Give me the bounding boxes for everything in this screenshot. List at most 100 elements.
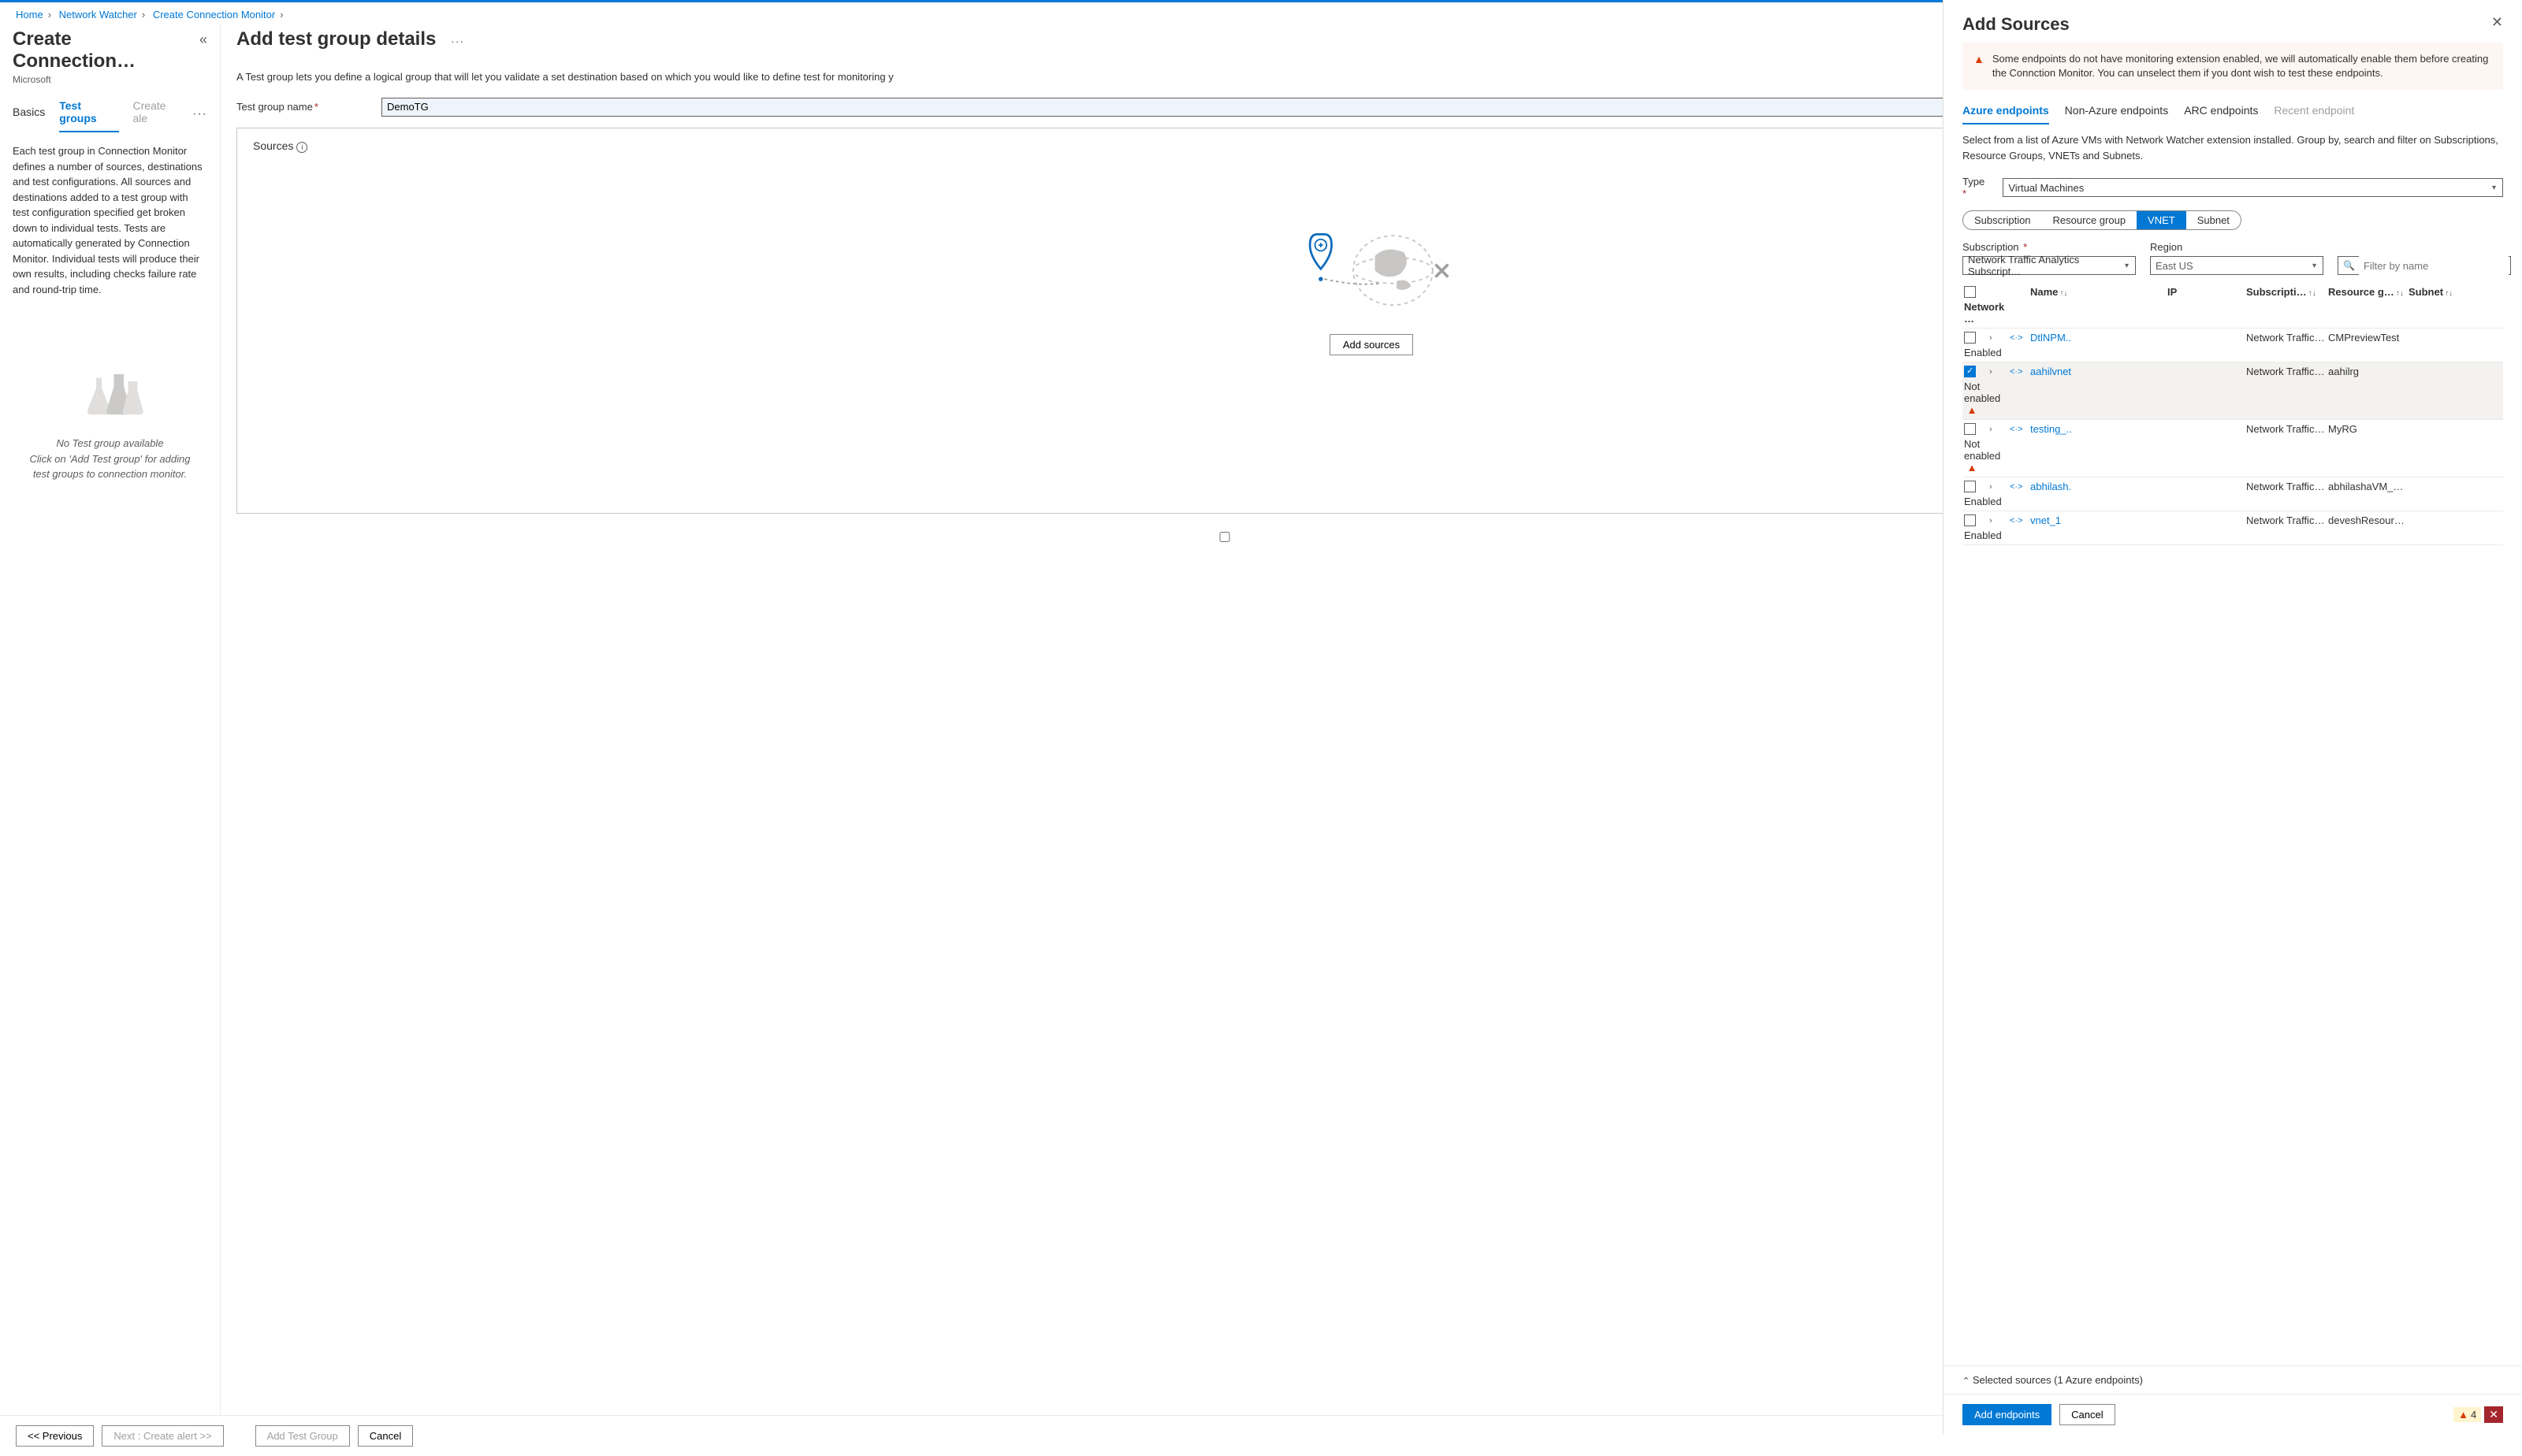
warning-indicator[interactable]: ▲4 — [2453, 1407, 2481, 1422]
breadcrumb-nw[interactable]: Network Watcher — [59, 9, 137, 20]
chevron-down-icon: ▾ — [2125, 262, 2129, 270]
pill-vnet[interactable]: VNET — [2137, 211, 2186, 229]
row-name[interactable]: testing_.. — [2030, 423, 2164, 435]
table-header: Name↑↓ IP Subscripti…↑↓ Resource g…↑↓ Su… — [1962, 283, 2503, 329]
breadcrumb-home[interactable]: Home — [16, 9, 43, 20]
sources-label: Sourcesi — [253, 139, 307, 153]
row-checkbox[interactable] — [1964, 332, 1976, 344]
row-resource-group: deveshResourc… — [2328, 514, 2405, 526]
collapse-icon[interactable]: « — [199, 32, 207, 48]
row-checkbox[interactable] — [1964, 481, 1976, 492]
disable-tg-checkbox[interactable] — [236, 532, 2213, 542]
chevron-right-icon[interactable]: › — [1989, 333, 2007, 343]
error-indicator[interactable]: ✕ — [2484, 1406, 2503, 1423]
row-name[interactable]: aahilvnet — [2030, 366, 2164, 377]
row-subscription: Network Traffic… — [2246, 514, 2325, 526]
row-checkbox[interactable] — [1964, 423, 1976, 435]
row-network: Enabled — [1964, 496, 1986, 507]
table-row[interactable]: ›<·>abhilash. Network Traffic…abhilashaVM… — [1962, 477, 2503, 511]
type-select[interactable]: Virtual Machines▾ — [2003, 178, 2503, 197]
pill-resource-group[interactable]: Resource group — [2042, 211, 2137, 229]
filter-input[interactable] — [2359, 256, 2509, 275]
selected-sources-bar[interactable]: ⌃ Selected sources (1 Azure endpoints) — [1944, 1365, 2522, 1394]
left-description: Each test group in Connection Monitor de… — [13, 143, 207, 297]
table-row[interactable]: ›<·>aahilvnetNetwork Traffic…aahilrgNot … — [1962, 362, 2503, 420]
add-endpoints-button[interactable]: Add endpoints — [1962, 1404, 2051, 1425]
row-subscription: Network Traffic… — [2246, 423, 2325, 435]
endpoints-table: Name↑↓ IP Subscripti…↑↓ Resource g…↑↓ Su… — [1962, 283, 2503, 545]
col-network[interactable]: Network … — [1964, 301, 1986, 325]
tab-arc-endpoints[interactable]: ARC endpoints — [2184, 101, 2258, 124]
type-label: Type * — [1962, 176, 1992, 199]
row-resource-group: aahilrg — [2328, 366, 2405, 377]
panel-cancel-button[interactable]: Cancel — [2059, 1404, 2115, 1425]
chevron-down-icon: ▾ — [2312, 262, 2316, 270]
col-name[interactable]: Name↑↓ — [2030, 286, 2164, 298]
col-ip[interactable]: IP — [2167, 286, 2243, 298]
vnet-icon: <·> — [2010, 482, 2027, 492]
table-row[interactable]: ›<·>testing_..Network Traffic…MyRGNot en… — [1962, 420, 2503, 477]
row-checkbox[interactable] — [1964, 366, 1976, 377]
col-resource-group[interactable]: Resource g…↑↓ — [2328, 286, 2405, 298]
add-sources-button[interactable]: Add sources — [1330, 334, 1413, 355]
previous-button[interactable]: << Previous — [16, 1425, 94, 1447]
group-by-pills: Subscription Resource group VNET Subnet — [1962, 210, 2241, 230]
vnet-icon: <·> — [2010, 516, 2027, 526]
page-title: Create Connection… — [13, 28, 207, 72]
warning-icon: ▲ — [1967, 462, 1977, 474]
tab-azure-endpoints[interactable]: Azure endpoints — [1962, 101, 2049, 124]
filter-search[interactable]: 🔍 — [2338, 256, 2511, 275]
chevron-right-icon[interactable]: › — [1989, 516, 2007, 526]
globe-illustration — [1285, 216, 1458, 310]
pill-subnet[interactable]: Subnet — [2186, 211, 2241, 229]
add-test-group-button[interactable]: Add Test Group — [255, 1425, 350, 1447]
pill-subscription[interactable]: Subscription — [1963, 211, 2042, 229]
row-resource-group: abhilashaVM_g… — [2328, 481, 2405, 492]
cancel-button[interactable]: Cancel — [358, 1425, 413, 1447]
tab-recent-endpoint[interactable]: Recent endpoint — [2274, 101, 2354, 124]
azure-desc: Select from a list of Azure VMs with Net… — [1962, 132, 2503, 163]
select-all-checkbox[interactable] — [1964, 286, 1976, 298]
vnet-icon: <·> — [2010, 333, 2027, 343]
panel-tabs: Azure endpoints Non-Azure endpoints ARC … — [1962, 101, 2503, 124]
row-network: Not enabled ▲ — [1964, 438, 1986, 474]
next-button[interactable]: Next : Create alert >> — [102, 1425, 223, 1447]
page-subtitle: Microsoft — [13, 74, 207, 85]
tab-test-groups[interactable]: Test groups — [59, 96, 118, 132]
more-icon[interactable]: ··· — [451, 35, 464, 47]
chevron-up-icon: ⌃ — [1962, 1376, 1970, 1386]
row-network: Enabled — [1964, 529, 1986, 541]
row-name[interactable]: vnet_1 — [2030, 514, 2164, 526]
chevron-right-icon[interactable]: › — [1989, 482, 2007, 492]
add-sources-panel: Add Sources ✕ ▲ Some endpoints do not ha… — [1943, 0, 2522, 1435]
row-checkbox[interactable] — [1964, 514, 1976, 526]
chevron-down-icon: ▾ — [2492, 184, 2496, 192]
table-row[interactable]: ›<·>vnet_1 Network Traffic…deveshResourc…… — [1962, 511, 2503, 545]
panel-title: Add Sources — [1962, 14, 2070, 35]
col-subscription[interactable]: Subscripti…↑↓ — [2246, 286, 2325, 298]
chevron-right-icon[interactable]: › — [1989, 367, 2007, 377]
tab-non-azure-endpoints[interactable]: Non-Azure endpoints — [2065, 101, 2169, 124]
empty-state-text: No Test group availableClick on 'Add Tes… — [13, 436, 207, 482]
row-name[interactable]: DtlNPM.. — [2030, 332, 2164, 344]
tg-name-label: Test group name* — [236, 101, 370, 113]
tab-basics[interactable]: Basics — [13, 102, 45, 126]
tab-create-alert[interactable]: Create ale — [133, 96, 182, 132]
region-label: Region — [2150, 241, 2323, 253]
col-subnet[interactable]: Subnet↑↓ — [2409, 286, 2473, 298]
warning-banner: ▲ Some endpoints do not have monitoring … — [1962, 43, 2503, 90]
subscription-select[interactable]: Network Traffic Analytics Subscript…▾ — [1962, 256, 2136, 275]
region-select[interactable]: East US▾ — [2150, 256, 2323, 275]
vnet-icon: <·> — [2010, 367, 2027, 377]
close-icon[interactable]: ✕ — [2491, 14, 2503, 35]
row-resource-group: CMPreviewTest — [2328, 332, 2405, 344]
row-subscription: Network Traffic… — [2246, 481, 2325, 492]
row-name[interactable]: abhilash. — [2030, 481, 2164, 492]
search-icon: 🔍 — [2343, 260, 2355, 271]
more-icon[interactable]: ··· — [192, 107, 207, 121]
info-icon[interactable]: i — [296, 142, 307, 153]
chevron-right-icon[interactable]: › — [1989, 425, 2007, 434]
breadcrumb-ccm[interactable]: Create Connection Monitor — [153, 9, 275, 20]
table-row[interactable]: ›<·>DtlNPM..Network Traffic…CMPreviewTes… — [1962, 329, 2503, 362]
row-network: Enabled — [1964, 347, 1986, 358]
